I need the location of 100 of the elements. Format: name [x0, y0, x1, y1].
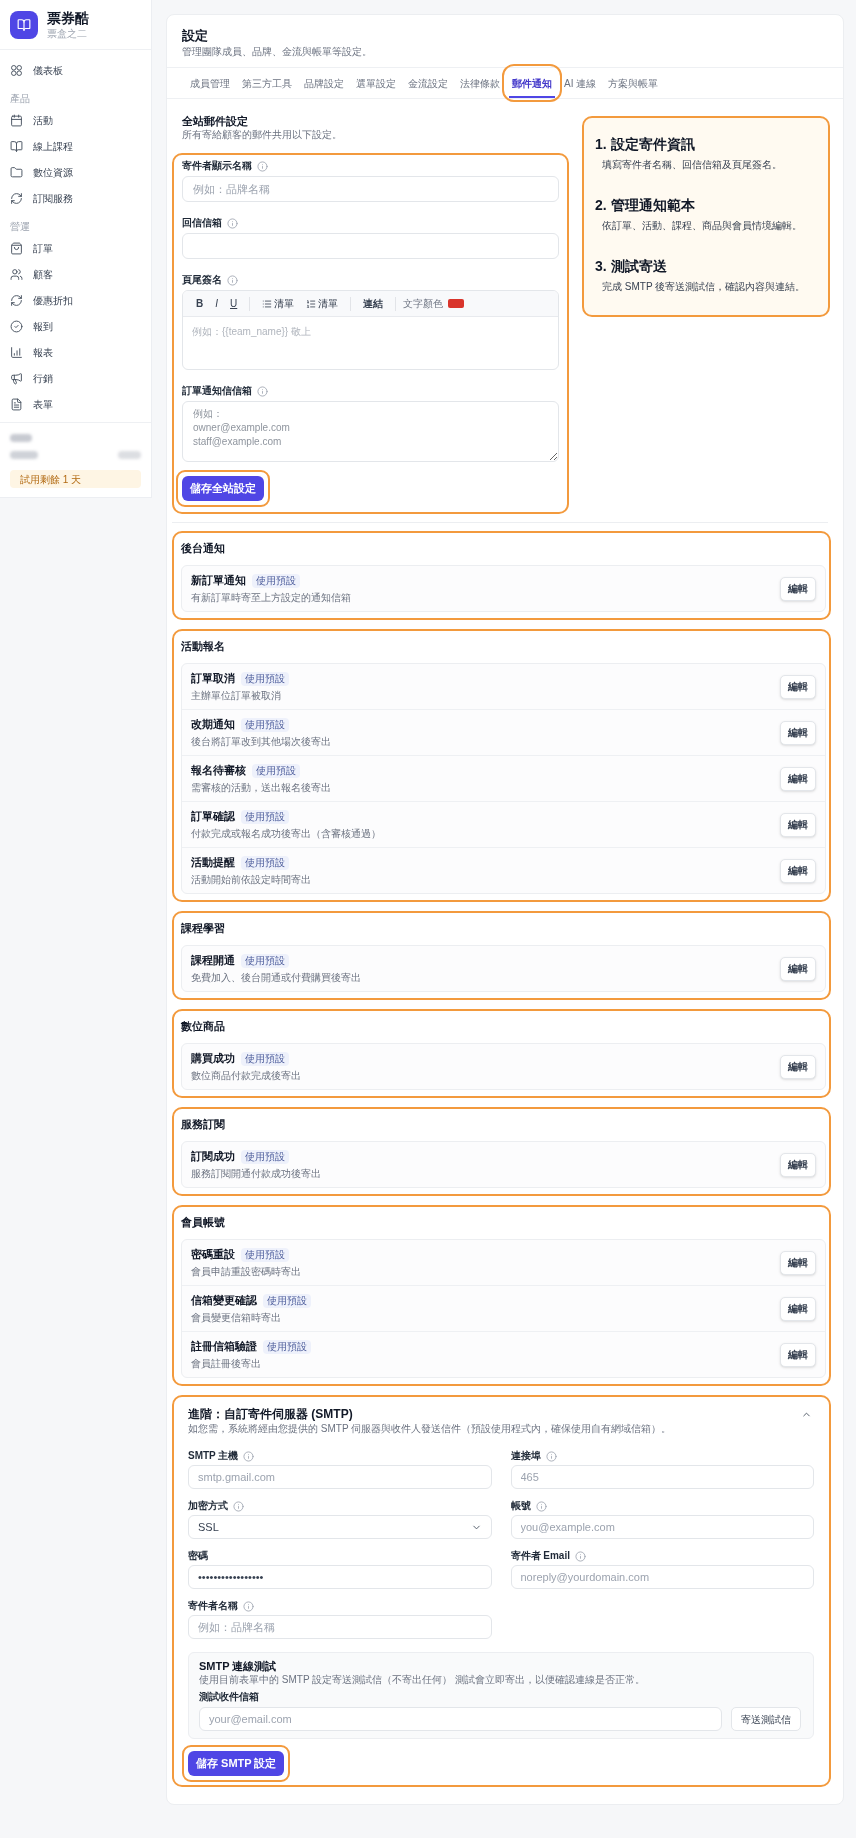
select-field[interactable]: SSL	[188, 1515, 492, 1539]
underline-button[interactable]: U	[225, 293, 243, 314]
italic-button[interactable]: I	[210, 293, 223, 314]
input-field[interactable]: you@example.com	[510, 1515, 814, 1539]
tab[interactable]: 成員管理	[184, 68, 236, 98]
edit-button[interactable]: 編輯	[780, 576, 816, 601]
field-label: 寄件者顯示名稱	[182, 159, 252, 173]
template-name: 報名待審核	[191, 763, 246, 778]
bullet-list-button[interactable]: 清單	[257, 293, 300, 314]
field-label: 寄件者名稱	[188, 1599, 238, 1613]
field-label: 寄件者 Email	[510, 1549, 570, 1563]
page-subtitle: 管理團隊成員、品牌、金流與帳單等設定。	[182, 45, 373, 59]
save-button[interactable]: 儲存全站設定	[182, 476, 264, 501]
bar-chart-icon	[10, 345, 23, 359]
default-badge: 使用預設	[241, 1149, 289, 1164]
default-badge: 使用預設	[241, 717, 289, 732]
nav-item[interactable]: 優惠折扣	[0, 287, 151, 313]
refresh-icon	[10, 293, 23, 307]
input-field[interactable]: •••••••••••••••••	[188, 1565, 492, 1589]
edit-button[interactable]: 編輯	[780, 858, 816, 883]
bold-button[interactable]: B	[191, 293, 209, 314]
template-description: 服務訂閱開通付款成功後寄出	[191, 1167, 321, 1180]
tab[interactable]: 法律條款	[454, 68, 506, 98]
tab[interactable]: 選單設定	[350, 68, 402, 98]
input-field[interactable]: your@email.com	[199, 1707, 722, 1731]
edit-button[interactable]: 編輯	[780, 1152, 816, 1177]
template-name: 改期通知	[191, 717, 235, 732]
nav-item[interactable]: 儀表板	[0, 57, 151, 83]
nav-item[interactable]: 表單	[0, 391, 151, 417]
save-button[interactable]: 儲存 SMTP 設定	[188, 1751, 285, 1776]
default-badge: 使用預設	[241, 855, 289, 870]
nav-section-heading: 營運	[9, 219, 31, 234]
send-test-button[interactable]: 寄送測試信	[731, 1707, 801, 1731]
numbered-list-icon	[306, 298, 317, 309]
step-title: 3. 測試寄送	[595, 257, 668, 276]
tab[interactable]: AI 連線	[558, 68, 603, 98]
template-description: 會員申請重設密碼時寄出	[191, 1265, 301, 1278]
numbered-list-button[interactable]: 清單	[301, 293, 344, 314]
section-title: 會員帳號	[181, 1214, 226, 1230]
document-icon	[10, 397, 23, 411]
nav-item[interactable]: 線上課程	[0, 133, 151, 159]
default-badge: 使用預設	[263, 1339, 311, 1354]
template-description: 有新訂單時寄至上方設定的通知信箱	[191, 591, 351, 604]
input-field[interactable]: smtp.gmail.com	[188, 1465, 492, 1489]
input-field[interactable]: 465	[510, 1465, 814, 1489]
check-circle-icon	[10, 319, 23, 333]
nav-item[interactable]: 數位資源	[0, 159, 151, 185]
link-button[interactable]: 連結	[358, 293, 389, 314]
nav-item[interactable]: 顧客	[0, 261, 151, 287]
nav-item[interactable]: 報到	[0, 313, 151, 339]
default-badge: 使用預設	[241, 1247, 289, 1262]
tab[interactable]: 方案與帳單	[602, 68, 665, 98]
edit-button[interactable]: 編輯	[780, 720, 816, 745]
input-field[interactable]	[182, 233, 559, 259]
input-field[interactable]: noreply@yourdomain.com	[510, 1565, 814, 1589]
template-description: 後台將訂單改到其他場次後寄出	[191, 735, 331, 748]
default-badge: 使用預設	[252, 573, 300, 588]
template-name: 訂單取消	[191, 671, 235, 686]
section-description: 如您需，系統將經由您提供的 SMTP 伺服器與收件人發送信件（預設使用程式內，確保使用自有網域信箱）。	[188, 1422, 672, 1436]
open-book-icon	[10, 139, 23, 153]
input-field[interactable]: 例如：品牌名稱	[182, 176, 559, 202]
page-title: 設定	[182, 27, 209, 45]
textarea-field[interactable]: 例如： owner@example.com staff@example.com	[182, 401, 559, 462]
section-title: 數位商品	[181, 1018, 226, 1034]
tab[interactable]: 金流設定	[402, 68, 454, 98]
tab[interactable]: 第三方工具	[236, 68, 298, 98]
step-title: 1. 設定寄件資訊	[595, 135, 696, 154]
edit-button[interactable]: 編輯	[780, 766, 816, 791]
template-description: 會員變更信箱時寄出	[191, 1311, 282, 1324]
default-badge: 使用預設	[241, 953, 289, 968]
nav-item[interactable]: 訂單	[0, 235, 151, 261]
field-label: SMTP 主機	[188, 1449, 239, 1463]
nav-item[interactable]: 訂閱服務	[0, 185, 151, 211]
edit-button[interactable]: 編輯	[780, 812, 816, 837]
megaphone-icon	[10, 371, 23, 385]
edit-button[interactable]: 編輯	[780, 956, 816, 981]
step-title: 2. 管理通知範本	[595, 196, 696, 215]
field-label: 回信信箱	[182, 216, 222, 230]
nav-item[interactable]: 報表	[0, 339, 151, 365]
field-label: 訂單通知信信箱	[182, 384, 252, 398]
default-badge: 使用預設	[241, 809, 289, 824]
input-field[interactable]: 例如：品牌名稱	[188, 1615, 492, 1639]
color-swatch-icon[interactable]	[448, 299, 465, 308]
circles-grid-icon	[10, 63, 23, 77]
template-name: 信箱變更確認	[191, 1293, 257, 1308]
section-title: 後台通知	[181, 540, 226, 556]
section-description: 所有寄給顧客的郵件共用以下設定。	[182, 128, 343, 142]
edit-button[interactable]: 編輯	[780, 1054, 816, 1079]
nav-item[interactable]: 活動	[0, 107, 151, 133]
edit-button[interactable]: 編輯	[780, 1342, 816, 1367]
template-description: 付款完成或報名成功後寄出（含審核通過）	[191, 827, 381, 840]
tab[interactable]: 品牌設定	[298, 68, 350, 98]
default-badge: 使用預設	[263, 1293, 311, 1308]
nav-item[interactable]: 行銷	[0, 365, 151, 391]
step-description: 填寫寄件者名稱、回信信箱及頁尾簽名。	[602, 158, 783, 172]
step-description: 完成 SMTP 後寄送測試信，確認內容與連結。	[602, 280, 807, 294]
template-name: 密碼重設	[191, 1247, 235, 1262]
edit-button[interactable]: 編輯	[780, 1250, 816, 1275]
edit-button[interactable]: 編輯	[780, 1296, 816, 1321]
edit-button[interactable]: 編輯	[780, 674, 816, 699]
